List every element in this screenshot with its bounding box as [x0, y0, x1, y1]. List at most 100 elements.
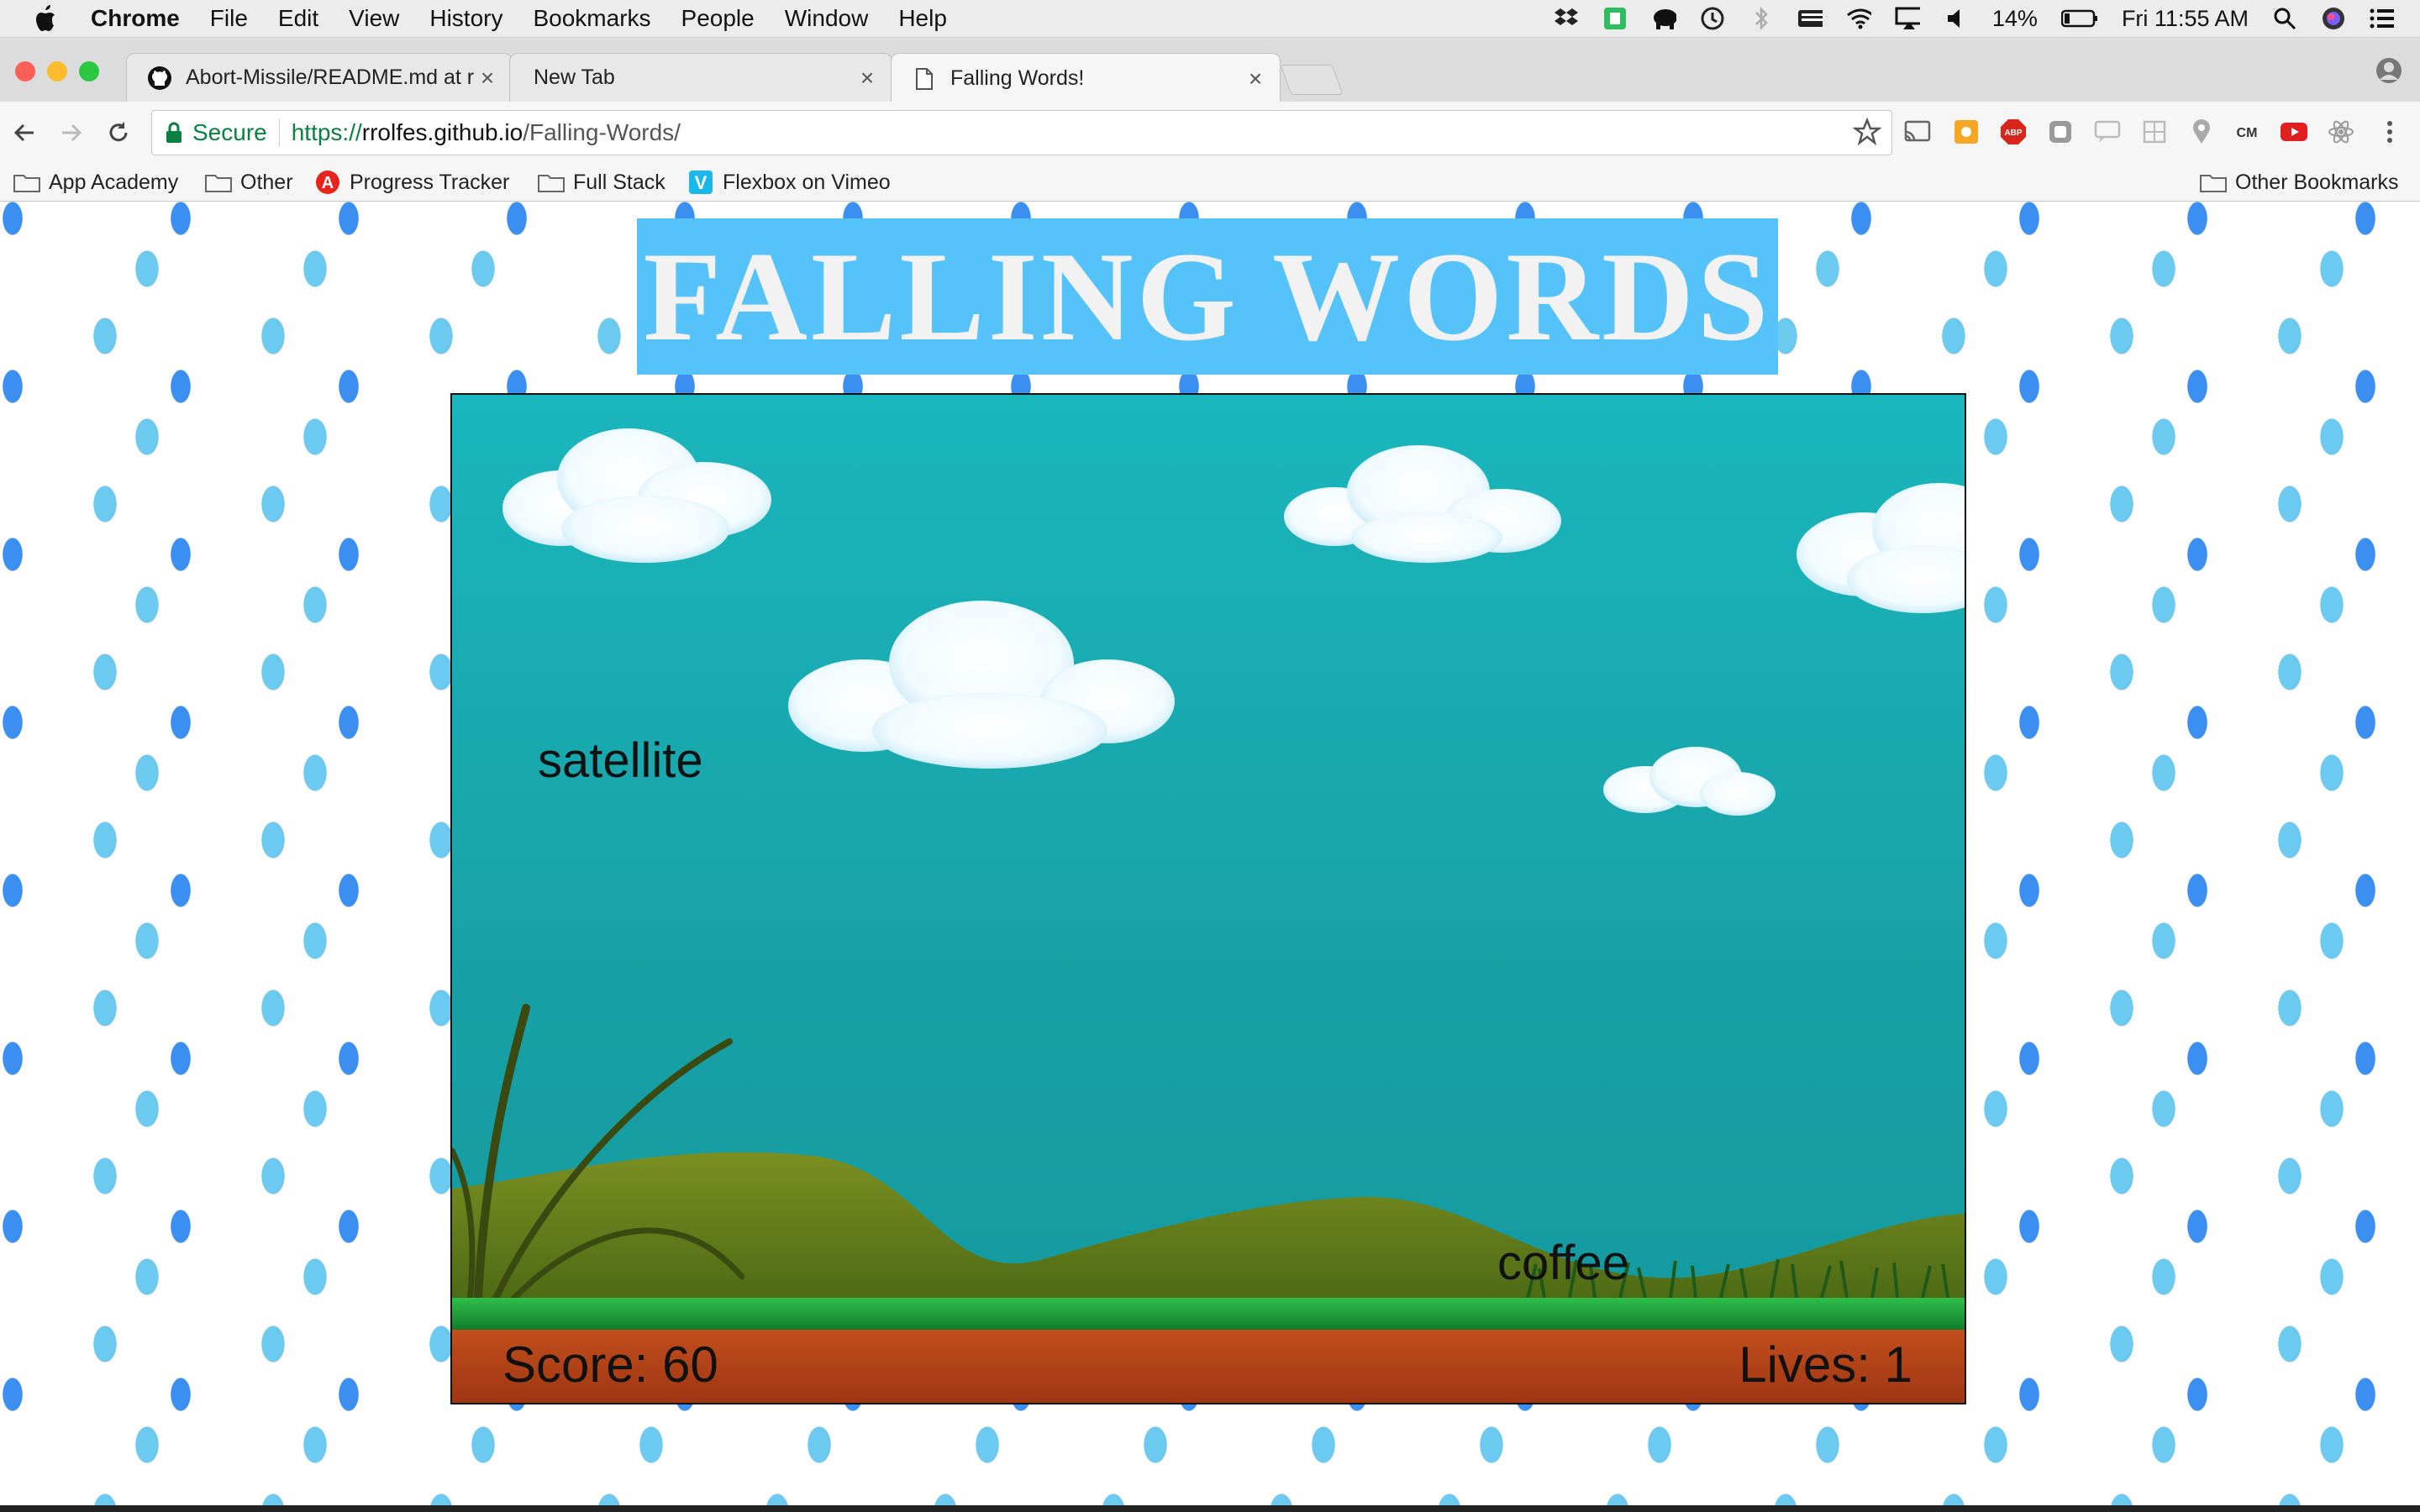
time-machine-icon[interactable] [1700, 6, 1725, 31]
vimeo-icon: V [687, 171, 714, 194]
secure-label: Secure [192, 119, 267, 145]
browser-toolbar: Secure https://rrolfes.github.io/Falling… [0, 102, 2420, 164]
adblock-plus-icon[interactable]: ABP [1998, 117, 2028, 147]
cloud [1603, 747, 1776, 816]
new-tab-button[interactable] [1280, 65, 1344, 95]
zoom-window-button[interactable] [79, 61, 99, 81]
url-host: rrolfes.github.io [361, 119, 523, 145]
chrome-menu-icon[interactable] [2375, 117, 2405, 147]
cast-icon[interactable] [1902, 117, 1933, 147]
react-devtools-icon[interactable] [2326, 117, 2356, 147]
menu-edit[interactable]: Edit [278, 5, 318, 32]
folder-icon [2200, 171, 2227, 193]
page-icon [912, 66, 937, 92]
shield-extension-icon[interactable] [2045, 117, 2075, 147]
siri-icon[interactable] [2321, 6, 2346, 31]
airplay-icon[interactable] [1895, 6, 1920, 31]
bookmark-label: Full Stack [573, 170, 666, 194]
menu-history[interactable]: History [429, 5, 502, 32]
bookmark-other[interactable]: Other [205, 169, 293, 196]
url-scheme: https:// [291, 119, 362, 145]
menu-file[interactable]: File [210, 5, 248, 32]
bookmark-star-icon[interactable] [1853, 118, 1881, 146]
grass-strip [452, 1298, 1965, 1331]
bookmark-full-stack[interactable]: Full Stack [538, 169, 666, 196]
notification-center-icon[interactable] [2370, 6, 2395, 31]
url-path: /Falling-Words/ [523, 119, 681, 145]
bookmark-label: Other [240, 170, 293, 194]
tab-new-tab[interactable]: New Tab × [509, 53, 892, 102]
close-tab-icon[interactable]: × [475, 65, 500, 92]
menubar-clock[interactable]: Fri 11:55 AM [2122, 6, 2249, 32]
menu-view[interactable]: View [349, 5, 399, 32]
close-tab-icon[interactable]: × [1243, 66, 1268, 92]
spotlight-icon[interactable] [2272, 6, 2297, 31]
profile-icon[interactable] [2375, 56, 2403, 85]
tab-title: New Tab [534, 66, 615, 89]
keyboard-icon[interactable] [1797, 6, 1823, 31]
cloud [1797, 483, 1965, 613]
menu-help[interactable]: Help [898, 5, 947, 32]
close-window-button[interactable] [15, 61, 35, 81]
lock-icon [166, 122, 182, 143]
elephant-icon[interactable] [1651, 6, 1676, 31]
svg-text:ABP: ABP [2004, 129, 2022, 138]
menu-window[interactable]: Window [785, 5, 869, 32]
location-extension-icon[interactable] [2186, 117, 2217, 147]
cloud [502, 428, 771, 563]
folder-icon [13, 171, 40, 193]
close-tab-icon[interactable]: × [855, 65, 880, 92]
chat-extension-icon[interactable] [2092, 117, 2123, 147]
falling-word: satellite [538, 733, 703, 788]
page-title: FALLING WORDS [643, 226, 1772, 367]
bookmark-flexbox-vimeo[interactable]: V Flexbox on Vimeo [687, 169, 891, 196]
apple-icon[interactable] [34, 4, 59, 33]
folder-icon [205, 171, 232, 193]
cloud [1284, 445, 1561, 563]
falling-word: coffee [1497, 1236, 1629, 1290]
address-divider [278, 119, 280, 146]
evernote-icon[interactable] [1602, 6, 1628, 31]
svg-text:V: V [695, 172, 708, 193]
volume-icon[interactable] [1944, 6, 1969, 31]
bookmark-label: App Academy [49, 170, 179, 194]
bookmarks-bar: App Academy Other A Progress Tracker Ful… [0, 164, 2420, 202]
bluetooth-icon[interactable] [1749, 6, 1774, 31]
svg-text:A: A [322, 174, 334, 192]
game-canvas[interactable]: satellite coffee Score: 60 Lives: 1 [450, 393, 1966, 1404]
address-bar[interactable]: Secure https://rrolfes.github.io/Falling… [151, 110, 1892, 155]
app-academy-icon: A [314, 171, 341, 194]
minimize-window-button[interactable] [47, 61, 67, 81]
bookmark-other-bookmarks[interactable]: Other Bookmarks [2200, 169, 2399, 196]
url-text: https://rrolfes.github.io/Falling-Words/ [292, 119, 681, 146]
bookmark-progress-tracker[interactable]: A Progress Tracker [314, 169, 509, 196]
forward-button[interactable] [54, 115, 89, 150]
lives-display: Lives: 1 [1739, 1336, 1912, 1393]
tab-title: Falling Words! [950, 66, 1085, 90]
github-icon [147, 66, 172, 91]
svg-text:CM: CM [2237, 126, 2258, 140]
tab-title: Abort-Missile/README.md at r [186, 66, 475, 89]
tab-abort-missile[interactable]: Abort-Missile/README.md at r × [126, 53, 513, 102]
bookmark-app-academy[interactable]: App Academy [13, 169, 178, 196]
menu-app-chrome[interactable]: Chrome [91, 5, 180, 32]
youtube-extension-icon[interactable] [2279, 117, 2309, 147]
wifi-icon[interactable] [1846, 6, 1871, 31]
grid-extension-icon[interactable] [2139, 117, 2170, 147]
dropbox-icon[interactable] [1554, 6, 1579, 31]
hills [452, 1152, 1965, 1302]
battery-icon[interactable] [2060, 6, 2098, 31]
hubspot-extension-icon[interactable] [1951, 117, 1981, 147]
folder-icon [538, 171, 565, 193]
reload-button[interactable] [101, 115, 136, 150]
bookmark-label: Other Bookmarks [2235, 170, 2399, 194]
bookmark-label: Flexbox on Vimeo [723, 170, 891, 194]
menu-bookmarks[interactable]: Bookmarks [533, 5, 650, 32]
cm-extension-icon[interactable]: CM [2232, 117, 2262, 147]
menu-people[interactable]: People [681, 5, 755, 32]
game-scene [452, 428, 1965, 1403]
cloud [788, 601, 1175, 769]
macos-menu-bar: Chrome File Edit View History Bookmarks … [0, 0, 2420, 38]
tab-falling-words[interactable]: Falling Words! × [891, 53, 1281, 103]
back-button[interactable] [7, 115, 42, 150]
